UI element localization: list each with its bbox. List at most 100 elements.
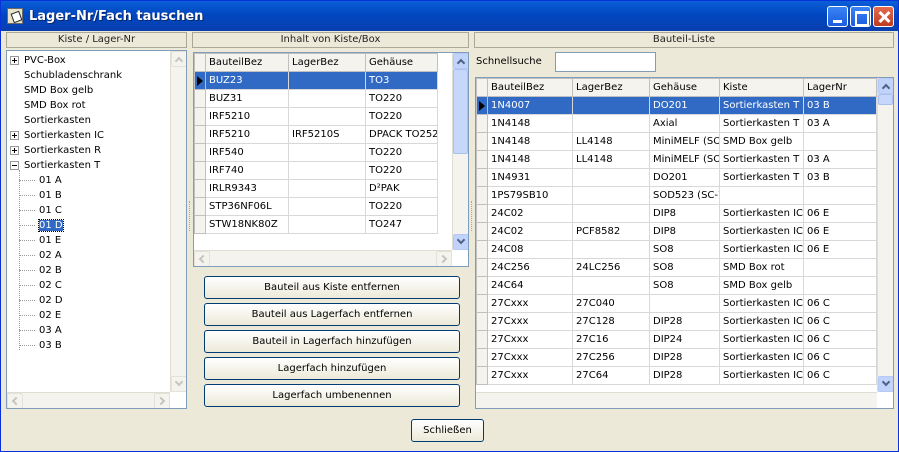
table-row[interactable]: 27Cxxx 27C040 Sortierkasten IC 06 C bbox=[476, 294, 877, 313]
tree-item-slot[interactable]: 01 D bbox=[38, 218, 64, 233]
table-cell[interactable]: TO220 bbox=[365, 143, 438, 162]
table-cell[interactable]: IRLR9343 bbox=[205, 179, 289, 198]
tree-item-box[interactable]: Sortierkasten bbox=[24, 113, 91, 128]
table-row[interactable]: 1N4007 DO201 Sortierkasten T 03 B bbox=[476, 96, 877, 115]
table-row[interactable]: IRF5210 IRF5210S DPACK TO252 bbox=[194, 125, 438, 144]
table-cell[interactable]: 03 A bbox=[803, 150, 877, 169]
table-cell[interactable]: 24C256 bbox=[487, 258, 573, 277]
table-cell[interactable] bbox=[288, 71, 366, 90]
row-indicator[interactable] bbox=[476, 366, 488, 385]
row-indicator[interactable] bbox=[194, 143, 206, 162]
table-cell[interactable]: DIP28 bbox=[649, 366, 720, 385]
table-row[interactable]: 27Cxxx 27C128 DIP28 Sortierkasten IC 06 C bbox=[476, 312, 877, 331]
table-row[interactable]: 24C08 SO8 Sortierkasten IC 06 E bbox=[476, 240, 877, 259]
box-contents-horizontal-scrollbar[interactable] bbox=[194, 250, 452, 266]
tree-item-slot[interactable]: 01 B bbox=[39, 188, 62, 203]
table-cell[interactable]: Sortierkasten T bbox=[719, 150, 804, 169]
table-row[interactable]: 1N4148LL4148MiniMELF (SOD80)Sortierkaste… bbox=[476, 150, 877, 169]
tree-item-box[interactable]: SMD Box gelb bbox=[24, 83, 93, 98]
scroll-right-button[interactable] bbox=[154, 393, 170, 408]
column-header[interactable]: LagerNr bbox=[803, 78, 877, 97]
table-cell[interactable]: 06 E bbox=[803, 240, 877, 259]
row-indicator[interactable] bbox=[476, 132, 488, 151]
table-cell[interactable] bbox=[288, 161, 366, 180]
table-cell[interactable]: Sortierkasten IC bbox=[719, 330, 804, 349]
row-indicator[interactable] bbox=[476, 96, 488, 115]
table-cell[interactable]: Sortierkasten T bbox=[719, 96, 804, 115]
quick-search-input[interactable] bbox=[555, 52, 656, 72]
close-button[interactable]: Schließen bbox=[411, 419, 484, 442]
table-cell[interactable]: 27C040 bbox=[572, 294, 650, 313]
table-cell[interactable]: IRF540 bbox=[205, 143, 289, 162]
row-indicator[interactable] bbox=[476, 114, 488, 133]
table-cell[interactable]: Sortierkasten IC bbox=[719, 366, 804, 385]
table-row[interactable]: 1N4931 DO201 Sortierkasten T 03 B bbox=[476, 168, 877, 187]
table-cell[interactable]: 24C02 bbox=[487, 222, 573, 241]
table-cell[interactable]: 03 B bbox=[803, 96, 877, 115]
scroll-thumb[interactable] bbox=[878, 94, 893, 105]
table-cell[interactable]: DIP8 bbox=[649, 204, 720, 223]
table-cell[interactable]: Sortierkasten IC bbox=[719, 240, 804, 259]
splitter-grip-right[interactable] bbox=[471, 201, 474, 231]
scroll-left-button[interactable] bbox=[194, 251, 210, 266]
table-cell[interactable]: 1N4148 bbox=[487, 114, 573, 133]
row-indicator[interactable] bbox=[194, 161, 206, 180]
table-row[interactable]: 27Cxxx 27C64 DIP28 Sortierkasten IC 06 C bbox=[476, 366, 877, 385]
tree-horizontal-scrollbar[interactable] bbox=[7, 392, 170, 408]
table-cell[interactable]: MiniMELF (SOD80) bbox=[649, 132, 720, 151]
add-slot-button[interactable]: Lagerfach hinzufügen bbox=[204, 357, 460, 380]
table-cell[interactable]: IRF740 bbox=[205, 161, 289, 180]
table-cell[interactable] bbox=[288, 89, 366, 108]
table-cell[interactable]: LL4148 bbox=[572, 132, 650, 151]
table-cell[interactable]: 1N4148 bbox=[487, 132, 573, 151]
table-row[interactable]: STW18NK80Z TO247 bbox=[194, 215, 438, 234]
table-cell[interactable]: DO201 bbox=[649, 168, 720, 187]
table-cell[interactable]: 06 C bbox=[803, 312, 877, 331]
table-row[interactable]: STP36NF06L TO220 bbox=[194, 197, 438, 216]
title-bar[interactable]: Lager-Nr/Fach tauschen bbox=[1, 1, 898, 31]
tree-vertical-scrollbar[interactable] bbox=[170, 51, 186, 392]
table-cell[interactable] bbox=[803, 132, 877, 151]
tree-item-box[interactable]: Schubladenschrank bbox=[24, 68, 122, 83]
tree-item-slot[interactable]: 02 B bbox=[39, 263, 62, 278]
table-cell[interactable] bbox=[719, 186, 804, 205]
scroll-thumb[interactable] bbox=[453, 69, 468, 154]
table-cell[interactable] bbox=[803, 276, 877, 295]
table-row[interactable]: 1PS79SB10 SOD523 (SC-79) bbox=[476, 186, 877, 205]
table-cell[interactable]: STW18NK80Z bbox=[205, 215, 289, 234]
table-cell[interactable] bbox=[572, 168, 650, 187]
table-cell[interactable]: 06 E bbox=[803, 222, 877, 241]
parts-list-horizontal-scrollbar[interactable] bbox=[476, 392, 877, 408]
table-cell[interactable]: 03 B bbox=[803, 168, 877, 187]
scroll-down-button[interactable] bbox=[171, 376, 186, 392]
row-indicator[interactable] bbox=[476, 258, 488, 277]
table-row[interactable]: 24C02 PCF8582 DIP8 Sortierkasten IC 06 E bbox=[476, 222, 877, 241]
table-cell[interactable]: 06 C bbox=[803, 294, 877, 313]
rename-slot-button[interactable]: Lagerfach umbenennen bbox=[204, 384, 460, 407]
column-header[interactable]: Gehäuse bbox=[365, 53, 438, 72]
row-indicator[interactable] bbox=[476, 204, 488, 223]
table-cell[interactable]: SO8 bbox=[649, 276, 720, 295]
table-cell[interactable]: 27C64 bbox=[572, 366, 650, 385]
table-cell[interactable]: D²PAK bbox=[365, 179, 438, 198]
splitter-grip-left[interactable] bbox=[189, 201, 192, 231]
tree-item-slot[interactable]: 03 A bbox=[39, 323, 62, 338]
parts-list-vertical-scrollbar[interactable] bbox=[877, 78, 893, 392]
table-row[interactable]: IRF740 TO220 bbox=[194, 161, 438, 180]
table-row[interactable]: IRLR9343 D²PAK bbox=[194, 179, 438, 198]
table-cell[interactable]: 27Cxxx bbox=[487, 294, 573, 313]
tree-item-slot[interactable]: 01 C bbox=[39, 203, 62, 218]
row-indicator[interactable] bbox=[476, 150, 488, 169]
table-cell[interactable]: DIP28 bbox=[649, 348, 720, 367]
table-cell[interactable]: TO220 bbox=[365, 197, 438, 216]
box-contents-vertical-scrollbar[interactable] bbox=[452, 53, 468, 250]
row-indicator[interactable] bbox=[476, 348, 488, 367]
table-cell[interactable] bbox=[288, 179, 366, 198]
table-cell[interactable]: 27Cxxx bbox=[487, 312, 573, 331]
table-cell[interactable] bbox=[572, 240, 650, 259]
table-cell[interactable]: STP36NF06L bbox=[205, 197, 289, 216]
table-cell[interactable]: IRF5210 bbox=[205, 107, 289, 126]
column-header[interactable]: BauteilBez bbox=[205, 53, 289, 72]
table-cell[interactable]: Sortierkasten T bbox=[719, 114, 804, 133]
table-row[interactable]: IRF5210 TO220 bbox=[194, 107, 438, 126]
